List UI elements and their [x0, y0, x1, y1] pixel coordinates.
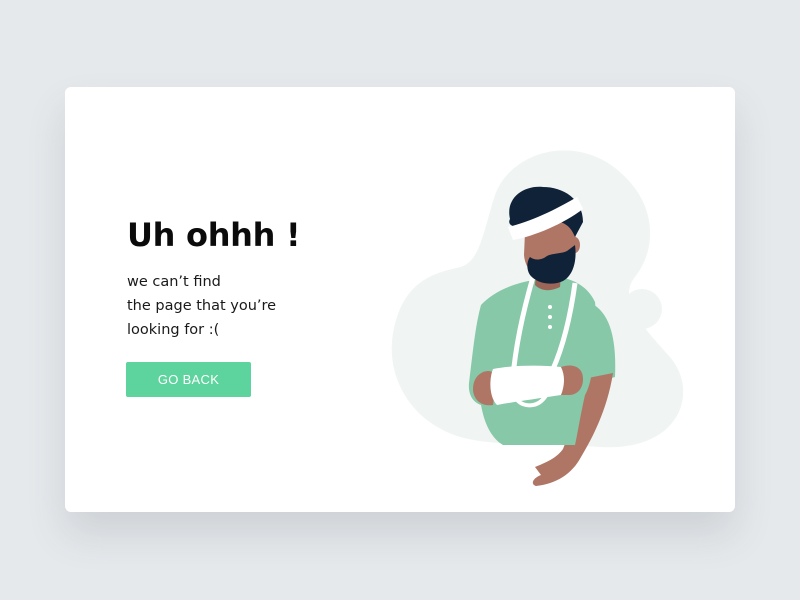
- error-card: Uh ohhh ! we can’t find the page that yo…: [65, 87, 735, 512]
- go-back-button[interactable]: GO BACK: [126, 362, 251, 397]
- error-description-line: the page that you’re: [127, 298, 277, 314]
- shirt-button: [548, 315, 552, 319]
- error-headline: Uh ohhh !: [127, 216, 301, 254]
- error-description-line: looking for :(: [127, 322, 220, 338]
- background-blob-dot: [622, 289, 662, 329]
- error-message-block: Uh ohhh ! we can’t find the page that yo…: [127, 215, 367, 342]
- shirt-button: [548, 305, 552, 309]
- error-description: we can’t find the page that you’re looki…: [127, 270, 367, 342]
- injured-man-illustration: [391, 150, 684, 486]
- error-description-line: we can’t find: [127, 274, 221, 290]
- shirt-button: [548, 325, 552, 329]
- shirt: [468, 277, 597, 445]
